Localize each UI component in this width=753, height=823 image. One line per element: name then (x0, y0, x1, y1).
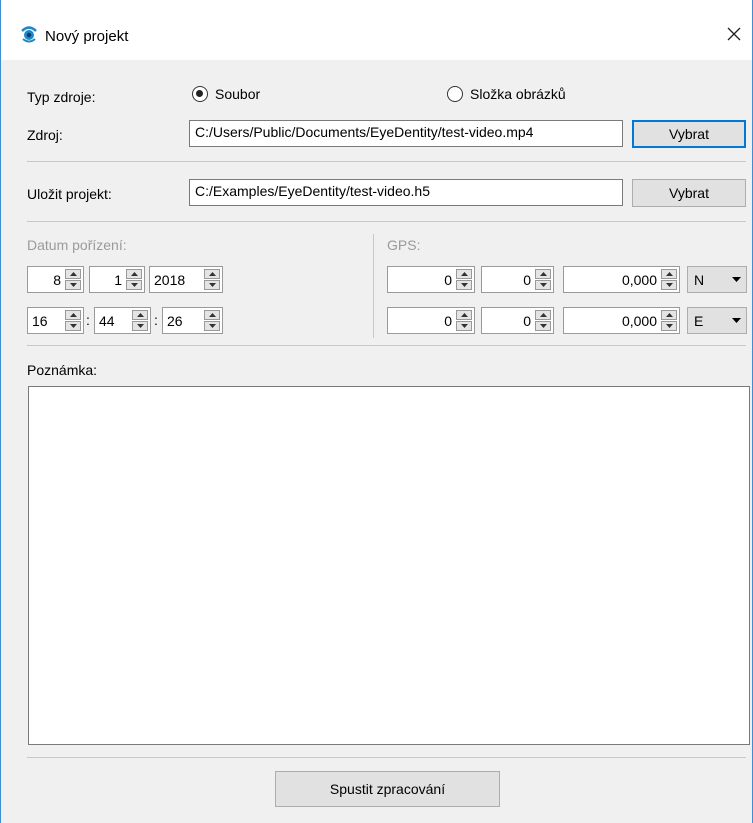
lat-minutes-value: 0 (523, 271, 531, 288)
radio-file-label: Soubor (215, 86, 261, 102)
spin-down-icon[interactable] (204, 280, 220, 290)
spin-up-icon[interactable] (661, 269, 677, 279)
close-button[interactable] (716, 18, 752, 50)
second-value: 26 (167, 312, 183, 329)
minute-spinbox[interactable]: 44 (94, 307, 151, 334)
second-spin-arrows[interactable] (204, 310, 220, 331)
spin-up-icon[interactable] (535, 310, 551, 320)
hour-spinbox[interactable]: 16 (27, 307, 84, 334)
run-processing-button[interactable]: Spustit zpracování (275, 771, 500, 807)
lon-degrees-value: 0 (444, 312, 452, 329)
month-spin-arrows[interactable] (126, 269, 142, 290)
year-value: 2018 (154, 271, 186, 288)
spin-down-icon[interactable] (65, 321, 81, 331)
lon-degrees-spin-arrows[interactable] (456, 310, 472, 331)
lon-degrees-spinbox[interactable]: 0 (387, 307, 475, 334)
spin-down-icon[interactable] (535, 280, 551, 290)
lat-minutes-spin-arrows[interactable] (535, 269, 551, 290)
note-label: Poznámka: (27, 362, 98, 378)
source-label: Zdroj: (27, 127, 63, 143)
divider-2 (27, 221, 746, 222)
date-gps-divider (373, 234, 374, 338)
spin-up-icon[interactable] (126, 269, 142, 279)
spin-down-icon[interactable] (535, 321, 551, 331)
spin-up-icon[interactable] (65, 269, 81, 279)
spin-up-icon[interactable] (535, 269, 551, 279)
spin-down-icon[interactable] (661, 321, 677, 331)
lon-minutes-value: 0 (523, 312, 531, 329)
hour-value: 16 (32, 312, 48, 329)
radio-file-indicator (192, 86, 208, 102)
spin-up-icon[interactable] (661, 310, 677, 320)
time-separator: : (154, 312, 158, 328)
lat-degrees-spinbox[interactable]: 0 (387, 266, 475, 293)
month-spinbox[interactable]: 1 (89, 266, 145, 293)
title-bar: Nový projekt (1, 0, 752, 60)
divider-3 (27, 345, 746, 346)
divider-1 (27, 161, 746, 162)
source-browse-button[interactable]: Vybrat (632, 120, 746, 148)
window-title: Nový projekt (45, 28, 129, 45)
year-spin-arrows[interactable] (204, 269, 220, 290)
lat-seconds-spinbox[interactable]: 0,000 (563, 266, 680, 293)
chevron-down-icon (726, 277, 746, 282)
day-spinbox[interactable]: 8 (27, 266, 84, 293)
note-textarea[interactable] (28, 386, 750, 745)
spin-down-icon[interactable] (126, 280, 142, 290)
year-spinbox[interactable]: 2018 (149, 266, 223, 293)
spin-down-icon[interactable] (204, 321, 220, 331)
radio-image-folder-indicator (447, 86, 463, 102)
minute-spin-arrows[interactable] (132, 310, 148, 331)
new-project-dialog: Nový projekt Typ zdroje: Soubor Složka o… (0, 0, 753, 823)
lat-hemisphere-value: N (694, 271, 705, 288)
spin-up-icon[interactable] (65, 310, 81, 320)
app-logo-icon (21, 26, 37, 43)
spin-down-icon[interactable] (456, 321, 472, 331)
lat-seconds-value: 0,000 (621, 271, 657, 288)
gps-label: GPS: (387, 237, 421, 253)
lon-minutes-spinbox[interactable]: 0 (481, 307, 554, 334)
minute-value: 44 (99, 312, 115, 329)
spin-down-icon[interactable] (65, 280, 81, 290)
close-icon (727, 27, 741, 41)
lat-minutes-spinbox[interactable]: 0 (481, 266, 554, 293)
lon-seconds-spin-arrows[interactable] (661, 310, 677, 331)
source-path-input[interactable]: C:/Users/Public/Documents/EyeDentity/tes… (189, 120, 623, 147)
chevron-down-icon (726, 318, 746, 323)
spin-up-icon[interactable] (204, 310, 220, 320)
spin-up-icon[interactable] (456, 310, 472, 320)
lat-degrees-spin-arrows[interactable] (456, 269, 472, 290)
save-project-label: Uložit projekt: (27, 186, 112, 202)
lon-minutes-spin-arrows[interactable] (535, 310, 551, 331)
lon-seconds-spinbox[interactable]: 0,000 (563, 307, 680, 334)
save-project-browse-button[interactable]: Vybrat (632, 179, 746, 207)
lon-seconds-value: 0,000 (621, 312, 657, 329)
time-separator: : (86, 312, 90, 328)
divider-4 (27, 757, 746, 758)
day-spin-arrows[interactable] (65, 269, 81, 290)
spin-down-icon[interactable] (456, 280, 472, 290)
spin-down-icon[interactable] (132, 321, 148, 331)
capture-date-label: Datum pořízení: (27, 237, 127, 253)
lat-degrees-value: 0 (444, 271, 452, 288)
radio-image-folder-label: Složka obrázků (470, 86, 566, 102)
second-spinbox[interactable]: 26 (162, 307, 223, 334)
lat-seconds-spin-arrows[interactable] (661, 269, 677, 290)
spin-up-icon[interactable] (204, 269, 220, 279)
month-value: 1 (114, 271, 122, 288)
lat-hemisphere-select[interactable]: N (687, 266, 747, 293)
spin-up-icon[interactable] (456, 269, 472, 279)
radio-file[interactable]: Soubor (192, 86, 260, 102)
lon-hemisphere-select[interactable]: E (687, 307, 747, 334)
spin-up-icon[interactable] (132, 310, 148, 320)
save-project-path-input[interactable]: C:/Examples/EyeDentity/test-video.h5 (189, 179, 623, 206)
lon-hemisphere-value: E (694, 312, 704, 329)
spin-down-icon[interactable] (661, 280, 677, 290)
hour-spin-arrows[interactable] (65, 310, 81, 331)
day-value: 8 (53, 271, 61, 288)
source-type-label: Typ zdroje: (27, 89, 96, 105)
radio-image-folder[interactable]: Složka obrázků (447, 86, 566, 102)
